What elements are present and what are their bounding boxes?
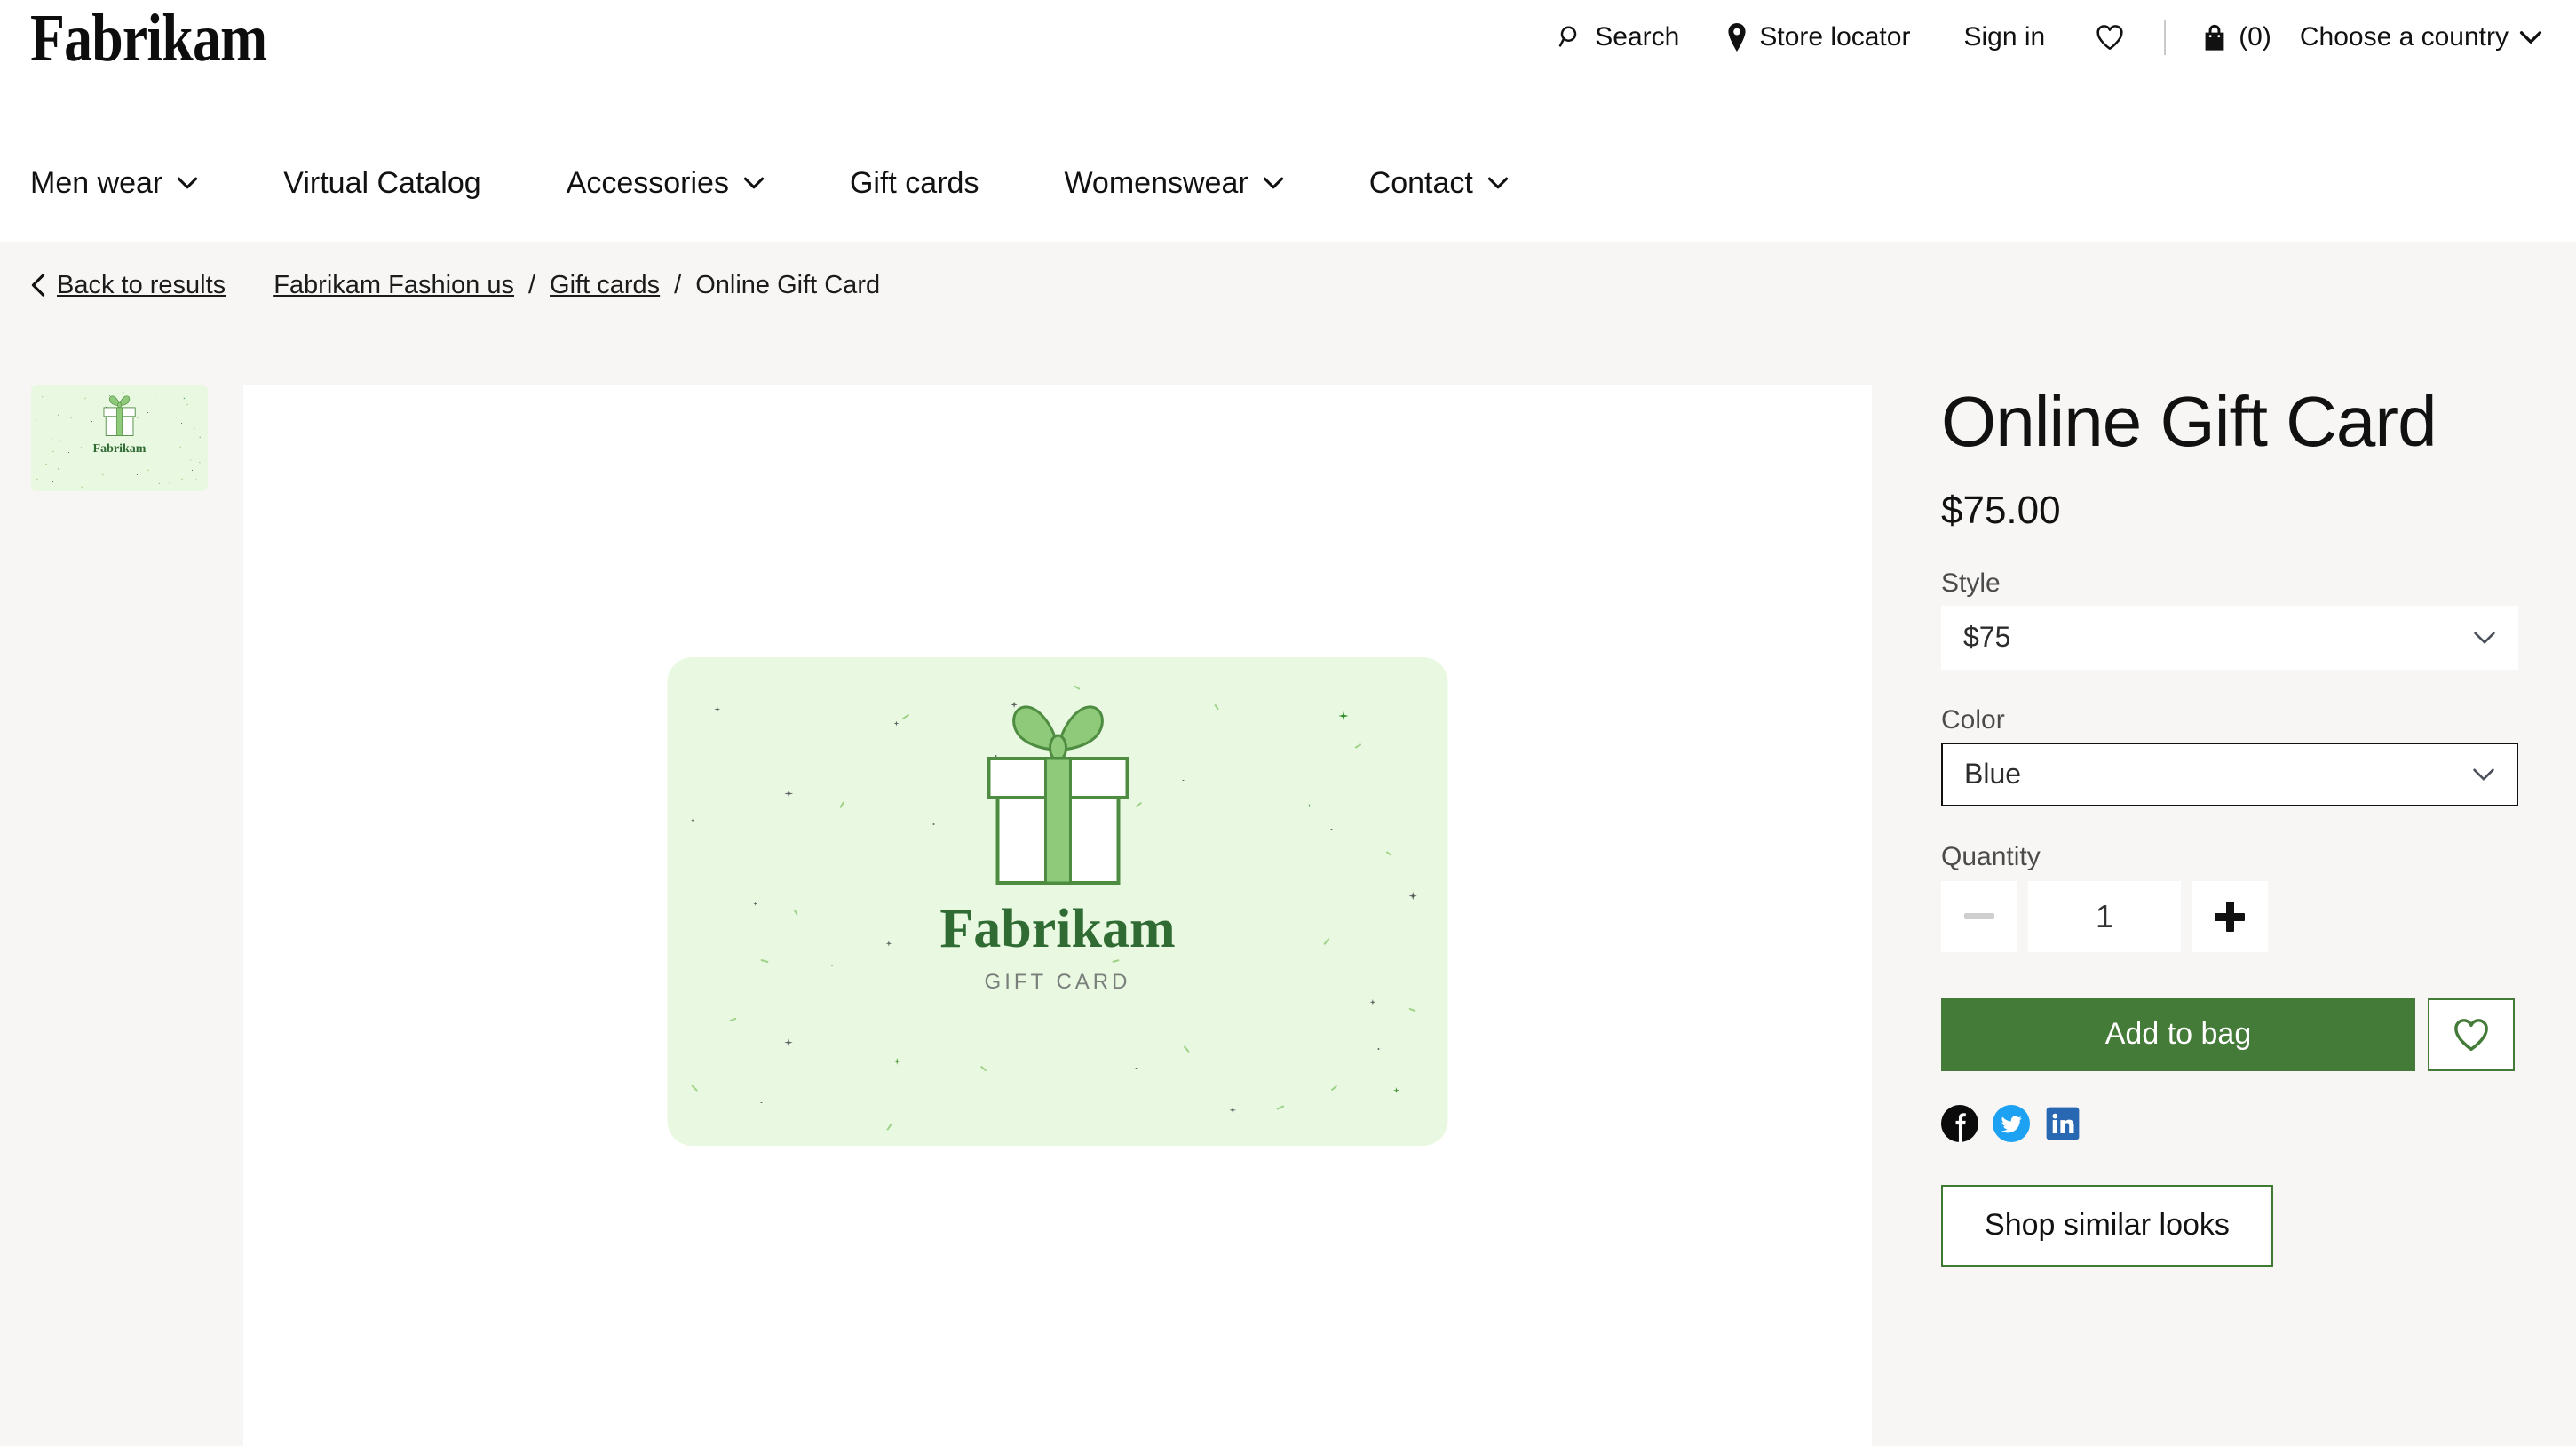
- gift-card-artwork: Fabrikam GIFT CARD: [667, 657, 1448, 1146]
- back-to-results-link[interactable]: Back to results: [30, 271, 226, 300]
- sign-in-label: Sign in: [1963, 22, 2046, 52]
- store-locator-button[interactable]: Store locator: [1702, 18, 1933, 57]
- nav-item-gift-cards[interactable]: Gift cards: [850, 157, 1018, 210]
- plus-icon: [2215, 901, 2245, 932]
- quantity-label: Quantity: [1941, 841, 2041, 871]
- nav-label: Gift cards: [849, 165, 979, 200]
- minus-icon: [1964, 913, 1994, 920]
- chevron-down-icon: [743, 176, 765, 190]
- country-label: Choose a country: [2299, 22, 2509, 52]
- quantity-stepper: 1: [1941, 880, 2518, 952]
- location-pin-icon: [1725, 23, 1748, 52]
- product-price: $75.00: [1941, 488, 2061, 532]
- nav-item-men-wear[interactable]: Men wear: [30, 157, 237, 210]
- breadcrumb-item-home[interactable]: Fabrikam Fashion us: [273, 271, 514, 300]
- gift-card-brand-text: Fabrikam: [92, 441, 147, 456]
- quantity-decrease-button[interactable]: [1941, 880, 2017, 952]
- gift-card-brand-text: Fabrikam: [939, 899, 1176, 959]
- color-value: Blue: [1964, 758, 2022, 791]
- country-selector[interactable]: Choose a country: [2280, 19, 2542, 56]
- twitter-icon[interactable]: [1993, 1104, 2030, 1142]
- gift-card-content: Fabrikam GIFT CARD: [668, 657, 1448, 1146]
- nav-item-contact[interactable]: Contact: [1369, 157, 1548, 210]
- utility-divider: [2164, 20, 2167, 55]
- shop-similar-looks-button[interactable]: Shop similar looks: [1941, 1184, 2273, 1267]
- color-label: Color: [1941, 704, 2005, 735]
- breadcrumb-separator: /: [527, 270, 536, 299]
- utility-nav: Search Store locator Sign in (0) Choose …: [1534, 18, 2542, 57]
- shopping-bag-button[interactable]: (0): [2185, 18, 2280, 57]
- chevron-down-icon: [2472, 767, 2495, 782]
- quantity-increase-button[interactable]: [2192, 880, 2268, 952]
- search-icon: [1557, 24, 1584, 51]
- nav-label: Womenswear: [1064, 165, 1248, 200]
- nav-item-womenswear[interactable]: Womenswear: [1064, 157, 1322, 210]
- gift-box-icon: [99, 394, 139, 441]
- nav-label: Contact: [1368, 165, 1473, 200]
- chevron-down-icon: [177, 176, 198, 190]
- sign-in-button[interactable]: Sign in: [1933, 19, 2075, 56]
- chevron-down-icon: [2519, 29, 2542, 45]
- linkedin-icon[interactable]: [2044, 1105, 2081, 1142]
- gift-card-sub-text: GIFT CARD: [984, 970, 1131, 994]
- gift-box-icon: [969, 700, 1146, 893]
- main-navigation: Men wear Virtual Catalog Accessories Gif…: [0, 124, 2576, 242]
- breadcrumb-item-current: Online Gift Card: [695, 270, 881, 299]
- page-title: Online Gift Card: [1941, 382, 2437, 461]
- wishlist-button[interactable]: [2075, 18, 2144, 57]
- nav-item-virtual-catalog[interactable]: Virtual Catalog: [283, 157, 519, 210]
- color-select[interactable]: Blue: [1941, 742, 2518, 806]
- nav-label: Virtual Catalog: [283, 165, 481, 200]
- facebook-icon[interactable]: [1941, 1104, 1978, 1142]
- add-to-bag-button[interactable]: Add to bag: [1941, 997, 2415, 1071]
- style-select[interactable]: $75: [1941, 605, 2518, 670]
- search-label: Search: [1595, 22, 1680, 52]
- product-image[interactable]: Fabrikam GIFT CARD: [667, 657, 1448, 1146]
- style-value: $75: [1963, 621, 2011, 654]
- nav-item-accessories[interactable]: Accessories: [567, 157, 804, 210]
- product-info-panel: Online Gift Card $75.00 Style $75 Color …: [1941, 385, 2518, 1267]
- chevron-down-icon: [2473, 631, 2496, 645]
- nav-label: Men wear: [30, 165, 163, 200]
- add-to-wishlist-button[interactable]: [2428, 997, 2515, 1071]
- chevron-down-icon: [1263, 176, 1284, 190]
- thumbnail-strip: Fabrikam: [31, 385, 209, 491]
- gift-card-content: Fabrikam: [31, 385, 208, 491]
- cta-row: Add to bag: [1941, 997, 2518, 1071]
- search-button[interactable]: Search: [1534, 19, 1702, 56]
- breadcrumb: Back to results Fabrikam Fashion us / Gi…: [0, 242, 2576, 329]
- heart-icon: [2095, 23, 2125, 52]
- chevron-left-icon: [30, 273, 46, 298]
- breadcrumb-separator: /: [674, 270, 682, 299]
- nav-label: Accessories: [566, 165, 729, 200]
- back-to-results-label: Back to results: [57, 270, 226, 299]
- product-image-panel: Fabrikam GIFT CARD: [243, 385, 1872, 1446]
- breadcrumb-trail: Fabrikam Fashion us / Gift cards / Onlin…: [273, 271, 880, 300]
- brand-logo[interactable]: Fabrikam: [30, 1, 267, 76]
- heart-icon: [2452, 1017, 2491, 1053]
- bag-count: (0): [2239, 22, 2271, 52]
- social-share-row: [1941, 1104, 2518, 1142]
- breadcrumb-item-gift-cards[interactable]: Gift cards: [550, 271, 660, 300]
- store-locator-label: Store locator: [1759, 22, 1911, 52]
- thumbnail-gift-card[interactable]: Fabrikam: [31, 385, 208, 491]
- quantity-value[interactable]: 1: [2028, 880, 2181, 952]
- style-label: Style: [1941, 568, 2001, 598]
- gift-card-artwork-small: Fabrikam: [31, 385, 208, 491]
- chevron-down-icon: [1487, 176, 1509, 190]
- site-header: Fabrikam Search Store locator Sign in (0…: [0, 0, 2576, 242]
- shopping-bag-icon: [2201, 23, 2228, 52]
